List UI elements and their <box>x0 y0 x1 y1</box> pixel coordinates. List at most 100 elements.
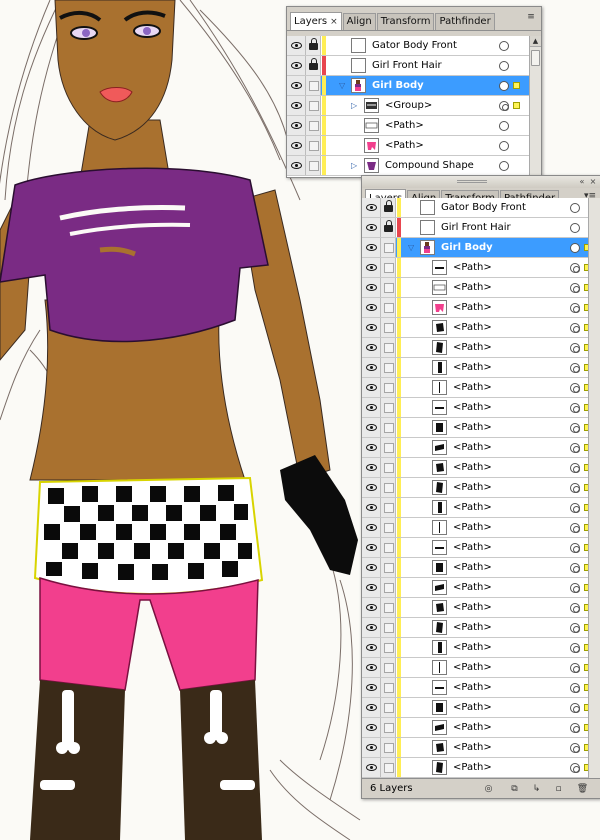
layers-panel-front[interactable]: « × Layers Align Transform Pathfinder ▾≡… <box>361 175 600 799</box>
target-icon[interactable] <box>570 443 580 453</box>
layer-row[interactable]: <Path> <box>362 478 588 498</box>
visibility-toggle[interactable] <box>362 198 381 217</box>
visibility-toggle[interactable] <box>362 438 381 457</box>
tab-transform[interactable]: Transform <box>376 13 435 30</box>
lock-toggle[interactable] <box>381 678 396 697</box>
lock-toggle[interactable] <box>381 518 396 537</box>
lock-toggle[interactable] <box>306 76 321 95</box>
scroll-thumb[interactable] <box>531 50 540 66</box>
lock-toggle[interactable] <box>381 498 396 517</box>
lock-toggle[interactable] <box>306 156 321 175</box>
visibility-toggle[interactable] <box>362 478 381 497</box>
target-icon[interactable] <box>499 101 509 111</box>
layer-row[interactable]: <Path> <box>362 498 588 518</box>
collapse-icon[interactable]: « <box>578 178 586 186</box>
layer-row[interactable]: <Path> <box>287 136 529 156</box>
target-icon[interactable] <box>499 121 509 131</box>
visibility-toggle[interactable] <box>287 36 306 55</box>
scrollbar[interactable] <box>588 198 600 778</box>
layer-row[interactable]: ▽ Girl Body <box>362 238 588 258</box>
target-icon[interactable] <box>570 303 580 313</box>
lock-toggle[interactable] <box>381 298 396 317</box>
target-icon[interactable] <box>570 263 580 273</box>
lock-toggle[interactable] <box>306 96 321 115</box>
visibility-toggle[interactable] <box>362 458 381 477</box>
lock-toggle[interactable] <box>381 738 396 757</box>
lock-toggle[interactable] <box>381 618 396 637</box>
layer-row[interactable]: <Path> <box>362 398 588 418</box>
scrollbar[interactable]: ▲ <box>529 36 541 177</box>
selection-indicator[interactable] <box>513 102 520 109</box>
visibility-toggle[interactable] <box>362 238 381 257</box>
lock-toggle[interactable] <box>381 558 396 577</box>
visibility-toggle[interactable] <box>362 218 381 237</box>
target-icon[interactable] <box>570 483 580 493</box>
visibility-toggle[interactable] <box>287 116 306 135</box>
visibility-toggle[interactable] <box>362 658 381 677</box>
tab-align[interactable]: Align <box>342 13 376 30</box>
layer-row[interactable]: <Path> <box>362 338 588 358</box>
lock-toggle[interactable] <box>306 56 321 75</box>
visibility-toggle[interactable] <box>362 378 381 397</box>
tab-pathfinder[interactable]: Pathfinder <box>435 13 495 30</box>
lock-toggle[interactable] <box>381 278 396 297</box>
layers-panel-back[interactable]: Layers × Align Transform Pathfinder ≡ Ga… <box>286 6 542 178</box>
layer-row[interactable]: <Path> <box>362 378 588 398</box>
expand-down-icon[interactable]: ▽ <box>339 81 347 90</box>
target-icon[interactable] <box>570 763 580 773</box>
visibility-toggle[interactable] <box>362 258 381 277</box>
layer-row[interactable]: ▽ Girl Body <box>287 76 529 96</box>
lock-toggle[interactable] <box>381 658 396 677</box>
new-sublayer-icon[interactable]: ↳ <box>530 783 543 795</box>
layer-row[interactable]: ▷ Compound Shape <box>287 156 529 176</box>
target-icon[interactable] <box>570 523 580 533</box>
target-icon[interactable] <box>499 81 509 91</box>
expand-down-icon[interactable]: ▽ <box>408 243 416 252</box>
target-icon[interactable] <box>570 743 580 753</box>
layer-row[interactable]: <Path> <box>362 358 588 378</box>
target-icon[interactable] <box>570 203 580 213</box>
tab-layers[interactable]: Layers × <box>290 12 342 30</box>
layer-row[interactable]: <Path> <box>362 538 588 558</box>
layer-row[interactable]: <Path> <box>362 518 588 538</box>
layer-row[interactable]: <Path> <box>362 278 588 298</box>
layer-row[interactable]: Girl Front Hair <box>287 56 529 76</box>
layer-row[interactable]: <Path> <box>362 698 588 718</box>
target-icon[interactable] <box>570 643 580 653</box>
new-layer-icon[interactable]: ▫ <box>552 783 565 795</box>
target-icon[interactable] <box>570 703 580 713</box>
lock-toggle[interactable] <box>381 638 396 657</box>
layer-row[interactable]: Gator Body Front <box>362 198 588 218</box>
lock-toggle[interactable] <box>381 258 396 277</box>
panel-titlebar[interactable]: « × <box>362 176 600 188</box>
lock-toggle[interactable] <box>381 378 396 397</box>
layer-row[interactable]: <Path> <box>362 758 588 778</box>
layer-row[interactable]: <Path> <box>362 418 588 438</box>
visibility-toggle[interactable] <box>362 338 381 357</box>
close-icon[interactable]: × <box>589 178 597 186</box>
visibility-toggle[interactable] <box>287 76 306 95</box>
visibility-toggle[interactable] <box>287 156 306 175</box>
visibility-toggle[interactable] <box>287 96 306 115</box>
scroll-up-icon[interactable]: ▲ <box>530 36 541 47</box>
visibility-toggle[interactable] <box>362 398 381 417</box>
visibility-toggle[interactable] <box>362 758 381 777</box>
visibility-toggle[interactable] <box>362 618 381 637</box>
visibility-toggle[interactable] <box>362 298 381 317</box>
visibility-toggle[interactable] <box>362 318 381 337</box>
close-icon[interactable]: × <box>330 14 338 30</box>
target-icon[interactable] <box>570 583 580 593</box>
layer-row[interactable]: <Path> <box>362 678 588 698</box>
target-icon[interactable] <box>499 41 509 51</box>
target-icon[interactable] <box>499 61 509 71</box>
layer-row[interactable]: <Path> <box>362 658 588 678</box>
target-icon[interactable] <box>499 161 509 171</box>
lock-toggle[interactable] <box>381 598 396 617</box>
lock-toggle[interactable] <box>381 318 396 337</box>
layer-row[interactable]: <Path> <box>362 598 588 618</box>
visibility-toggle[interactable] <box>362 278 381 297</box>
layer-row[interactable]: <Path> <box>362 738 588 758</box>
lock-toggle[interactable] <box>306 136 321 155</box>
target-icon[interactable] <box>570 503 580 513</box>
layer-row[interactable]: <Path> <box>287 116 529 136</box>
